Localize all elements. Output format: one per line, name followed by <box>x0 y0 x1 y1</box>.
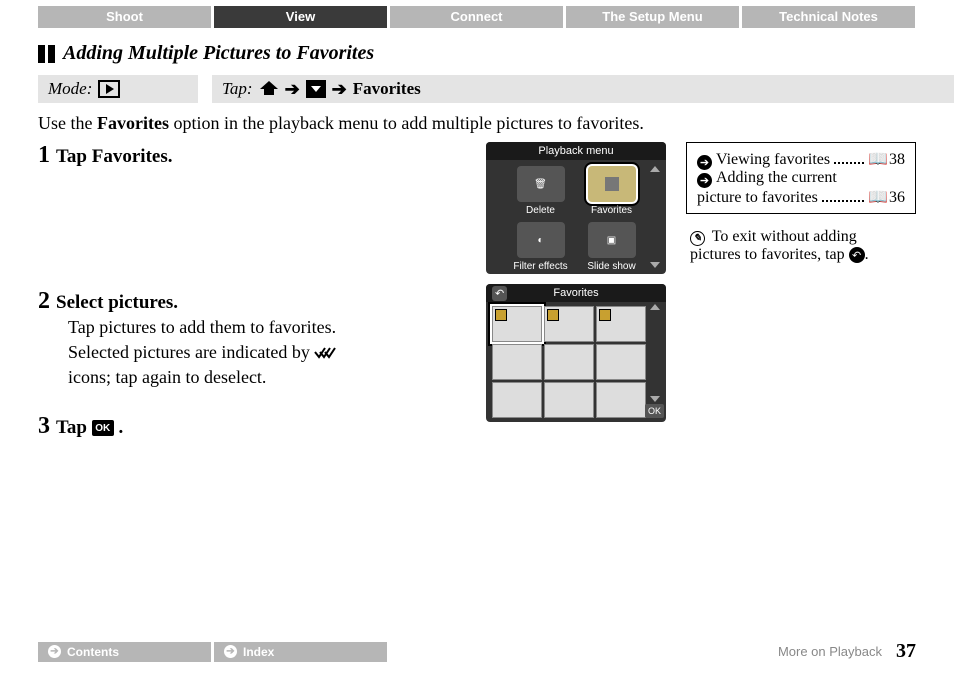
scroll-up-icon <box>650 166 660 172</box>
screen-title: Favorites <box>553 287 598 299</box>
arrow-right-icon: ➔ <box>332 79 347 100</box>
arrow-circle-icon: ➔ <box>48 645 61 658</box>
playback-mode-icon <box>98 80 120 98</box>
section-label: More on Playback <box>778 644 882 659</box>
scroll-down-icon <box>650 262 660 268</box>
note-box: ✎ To exit without adding pictures to fav… <box>686 228 916 264</box>
ok-icon: OK <box>92 420 114 436</box>
menu-item-favorites: Favorites <box>579 166 644 216</box>
step-number: 3 <box>38 413 50 440</box>
arrow-right-icon: ➔ <box>285 79 300 100</box>
back-icon: ↶ <box>492 286 507 301</box>
step-title: Tap Favorites. <box>56 146 172 168</box>
step-title: Tap OK . <box>56 417 123 439</box>
thumbnail <box>596 344 646 380</box>
menu-item-slide-show: ▣ Slide show <box>579 222 644 272</box>
ref-adding-current-picture[interactable]: ➔ Adding the current picture to favorite… <box>697 169 905 207</box>
star-icon <box>588 166 636 202</box>
ref-viewing-favorites[interactable]: ➔ Viewing favorites 📖 38 <box>697 149 905 169</box>
menu-item-filter-effects: ◐ Filter effects <box>508 222 573 272</box>
tab-setup-menu[interactable]: The Setup Menu <box>566 6 739 28</box>
tab-connect[interactable]: Connect <box>390 6 563 28</box>
page-number: 37 <box>896 640 916 663</box>
thumbnail <box>544 382 594 418</box>
thumbnail <box>596 382 646 418</box>
step-number: 2 <box>38 288 50 315</box>
step-3: 3 Tap OK . <box>38 413 470 440</box>
cross-reference-box: ➔ Viewing favorites 📖 38 ➔ Adding the cu… <box>686 142 916 214</box>
thumbnail <box>492 382 542 418</box>
book-icon: 📖 <box>868 149 886 169</box>
step-1: 1 Tap Favorites. <box>38 142 470 272</box>
intro-text: Use the Favorites option in the playback… <box>0 111 954 142</box>
steps-column: 1 Tap Favorites. 2 Select pictures. Tap … <box>38 142 470 456</box>
ok-button-icon: OK <box>645 404 664 418</box>
thumbnail <box>492 344 542 380</box>
screen-title: Playback menu <box>486 142 666 160</box>
arrow-bullet-icon: ➔ <box>697 155 712 170</box>
step-number: 1 <box>38 142 50 169</box>
tab-technical-notes[interactable]: Technical Notes <box>742 6 915 28</box>
trash-icon: 🗑 <box>517 166 565 202</box>
references-column: ➔ Viewing favorites 📖 38 ➔ Adding the cu… <box>686 142 916 456</box>
scroll-down-icon <box>650 396 660 402</box>
heading-decor-icon <box>38 45 55 63</box>
menu-item-delete: 🗑 Delete <box>508 166 573 216</box>
thumbnail <box>492 306 542 342</box>
tap-label: Tap: <box>222 79 253 99</box>
section-title-text: Adding Multiple Pictures to Favorites <box>63 42 374 65</box>
filter-icon: ◐ <box>517 222 565 258</box>
step-title: Select pictures. <box>56 292 178 314</box>
favorites-selection-screenshot: ↶ Favorites OK <box>486 284 666 422</box>
tab-view[interactable]: View <box>214 6 387 28</box>
step-body: Tap pictures to add them to favorites. S… <box>38 315 470 391</box>
top-tabs: Shoot View Connect The Setup Menu Techni… <box>0 0 954 28</box>
arrow-bullet-icon: ➔ <box>697 173 712 188</box>
step-2: 2 Select pictures. Tap pictures to add t… <box>38 288 470 391</box>
thumbnail-grid <box>486 302 666 422</box>
book-icon: 📖 <box>868 187 886 207</box>
pencil-note-icon: ✎ <box>690 231 705 246</box>
tap-target: Favorites <box>353 79 421 99</box>
mode-tap-row: Mode: Tap: ➔ ➔ Favorites <box>0 75 954 111</box>
tap-path-box: Tap: ➔ ➔ Favorites <box>212 75 954 103</box>
ref-page: 36 <box>889 189 905 207</box>
thumbnail <box>596 306 646 342</box>
contents-button[interactable]: ➔ Contents <box>38 642 211 662</box>
thumbnail <box>544 344 594 380</box>
scroll-up-icon <box>650 304 660 310</box>
screenshots-column: Playback menu 🗑 Delete Favorites ◐ Filte… <box>486 142 670 456</box>
slideshow-icon: ▣ <box>588 222 636 258</box>
arrow-circle-icon: ➔ <box>224 645 237 658</box>
mode-box: Mode: <box>38 75 198 103</box>
page-footer: ➔ Contents ➔ Index More on Playback 37 <box>0 640 954 663</box>
ref-page: 38 <box>889 151 905 169</box>
index-button[interactable]: ➔ Index <box>214 642 387 662</box>
tab-shoot[interactable]: Shoot <box>38 6 211 28</box>
thumbnail <box>544 306 594 342</box>
selected-check-icon <box>314 346 336 360</box>
playback-menu-icon <box>306 80 326 98</box>
mode-label: Mode: <box>48 79 92 99</box>
home-icon <box>260 81 278 89</box>
section-heading: Adding Multiple Pictures to Favorites <box>0 28 954 75</box>
playback-menu-screenshot: Playback menu 🗑 Delete Favorites ◐ Filte… <box>486 142 666 274</box>
back-circle-icon: ↶ <box>849 247 865 263</box>
